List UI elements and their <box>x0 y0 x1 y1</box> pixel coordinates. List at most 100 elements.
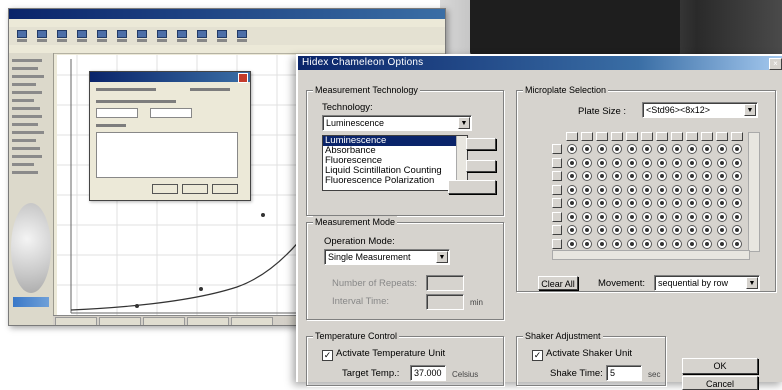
row-header-button[interactable] <box>552 171 562 181</box>
well-radio[interactable] <box>687 157 697 168</box>
well-radio[interactable] <box>702 171 712 181</box>
well-radio[interactable] <box>672 198 682 208</box>
toolbar-button[interactable] <box>55 29 69 43</box>
well-radio[interactable] <box>687 211 697 222</box>
well-radio[interactable] <box>732 157 742 168</box>
plate-horizontal-scrollbar[interactable] <box>552 250 750 260</box>
well-radio[interactable] <box>612 211 622 222</box>
column-header-button[interactable] <box>581 132 593 141</box>
interval-input[interactable] <box>426 294 464 310</box>
well-radio[interactable] <box>582 184 592 195</box>
well-radio[interactable] <box>627 144 637 154</box>
well-radio[interactable] <box>567 171 577 181</box>
well-radio[interactable] <box>732 211 742 222</box>
well-radio[interactable] <box>657 198 667 208</box>
well-radio[interactable] <box>717 238 727 249</box>
well-radio[interactable] <box>657 184 667 195</box>
repeats-input[interactable] <box>426 275 464 291</box>
technology-select[interactable]: Luminescence ▼ <box>322 115 472 131</box>
well-radio[interactable] <box>567 198 577 208</box>
well-radio[interactable] <box>582 171 592 181</box>
toolbar-button[interactable] <box>155 29 169 43</box>
well-radio[interactable] <box>582 238 592 249</box>
well-radio[interactable] <box>687 198 697 208</box>
toolbar-button[interactable] <box>235 29 249 43</box>
well-radio[interactable] <box>642 171 652 181</box>
well-radio[interactable] <box>627 225 637 235</box>
row-header-button[interactable] <box>552 238 562 249</box>
well-radio[interactable] <box>702 184 712 195</box>
column-header-button[interactable] <box>731 132 743 141</box>
well-radio[interactable] <box>567 238 577 249</box>
toolbar-button[interactable] <box>115 29 129 43</box>
well-radio[interactable] <box>642 184 652 195</box>
well-radio[interactable] <box>642 211 652 222</box>
well-radio[interactable] <box>702 157 712 168</box>
well-radio[interactable] <box>657 144 667 154</box>
toolbar-button[interactable] <box>215 29 229 43</box>
well-radio[interactable] <box>567 144 577 154</box>
well-radio[interactable] <box>627 238 637 249</box>
well-radio[interactable] <box>597 238 607 249</box>
well-radio[interactable] <box>612 198 622 208</box>
row-header-button[interactable] <box>552 198 562 208</box>
toolbar-button[interactable] <box>75 29 89 43</box>
well-radio[interactable] <box>627 171 637 181</box>
column-header-button[interactable] <box>641 132 653 141</box>
column-header-button[interactable] <box>701 132 713 141</box>
column-header-button[interactable] <box>671 132 683 141</box>
close-icon[interactable] <box>238 73 248 83</box>
toolbar-button[interactable] <box>135 29 149 43</box>
well-radio[interactable] <box>627 211 637 222</box>
operation-mode-select[interactable]: Single Measurement ▼ <box>324 249 450 265</box>
well-radio[interactable] <box>702 144 712 154</box>
well-radio[interactable] <box>642 225 652 235</box>
well-radio[interactable] <box>717 198 727 208</box>
target-temp-input[interactable]: 37.000 <box>410 365 446 381</box>
well-radio[interactable] <box>672 171 682 181</box>
well-radio[interactable] <box>717 144 727 154</box>
well-radio[interactable] <box>672 184 682 195</box>
technology-dropdown-list[interactable]: Luminescence Absorbance Fluorescence Liq… <box>322 135 468 191</box>
chevron-down-icon[interactable]: ▼ <box>458 117 470 129</box>
well-radio[interactable] <box>627 184 637 195</box>
toolbar-button[interactable] <box>15 29 29 43</box>
toolbar-button[interactable] <box>95 29 109 43</box>
plate-vertical-scrollbar[interactable] <box>748 132 760 252</box>
well-radio[interactable] <box>717 184 727 195</box>
settings-button[interactable] <box>448 180 496 194</box>
row-header-button[interactable] <box>552 184 562 195</box>
well-radio[interactable] <box>702 238 712 249</box>
technology-option[interactable]: Fluorescence Polarization <box>323 176 467 186</box>
well-radio[interactable] <box>582 198 592 208</box>
row-header-button[interactable] <box>552 211 562 222</box>
well-radio[interactable] <box>642 144 652 154</box>
plate-size-select[interactable]: <Std96><8x12> ▼ <box>642 102 758 118</box>
column-header-button[interactable] <box>626 132 638 141</box>
column-header-button[interactable] <box>656 132 668 141</box>
column-header-button[interactable] <box>716 132 728 141</box>
well-radio[interactable] <box>717 157 727 168</box>
chevron-down-icon[interactable]: ▼ <box>436 251 448 263</box>
well-radio[interactable] <box>597 225 607 235</box>
well-radio[interactable] <box>597 198 607 208</box>
well-radio[interactable] <box>627 198 637 208</box>
well-plate-grid[interactable] <box>552 132 754 256</box>
well-radio[interactable] <box>642 198 652 208</box>
well-radio[interactable] <box>702 225 712 235</box>
well-radio[interactable] <box>732 225 742 235</box>
toolbar-button[interactable] <box>35 29 49 43</box>
well-radio[interactable] <box>597 144 607 154</box>
well-radio[interactable] <box>732 171 742 181</box>
well-radio[interactable] <box>612 225 622 235</box>
well-radio[interactable] <box>672 238 682 249</box>
toolbar-button[interactable] <box>195 29 209 43</box>
well-radio[interactable] <box>612 184 622 195</box>
clear-all-button[interactable]: Clear All <box>538 276 578 290</box>
well-radio[interactable] <box>567 184 577 195</box>
column-header-button[interactable] <box>596 132 608 141</box>
column-header-button[interactable] <box>611 132 623 141</box>
well-radio[interactable] <box>702 198 712 208</box>
well-radio[interactable] <box>642 238 652 249</box>
well-radio[interactable] <box>687 144 697 154</box>
